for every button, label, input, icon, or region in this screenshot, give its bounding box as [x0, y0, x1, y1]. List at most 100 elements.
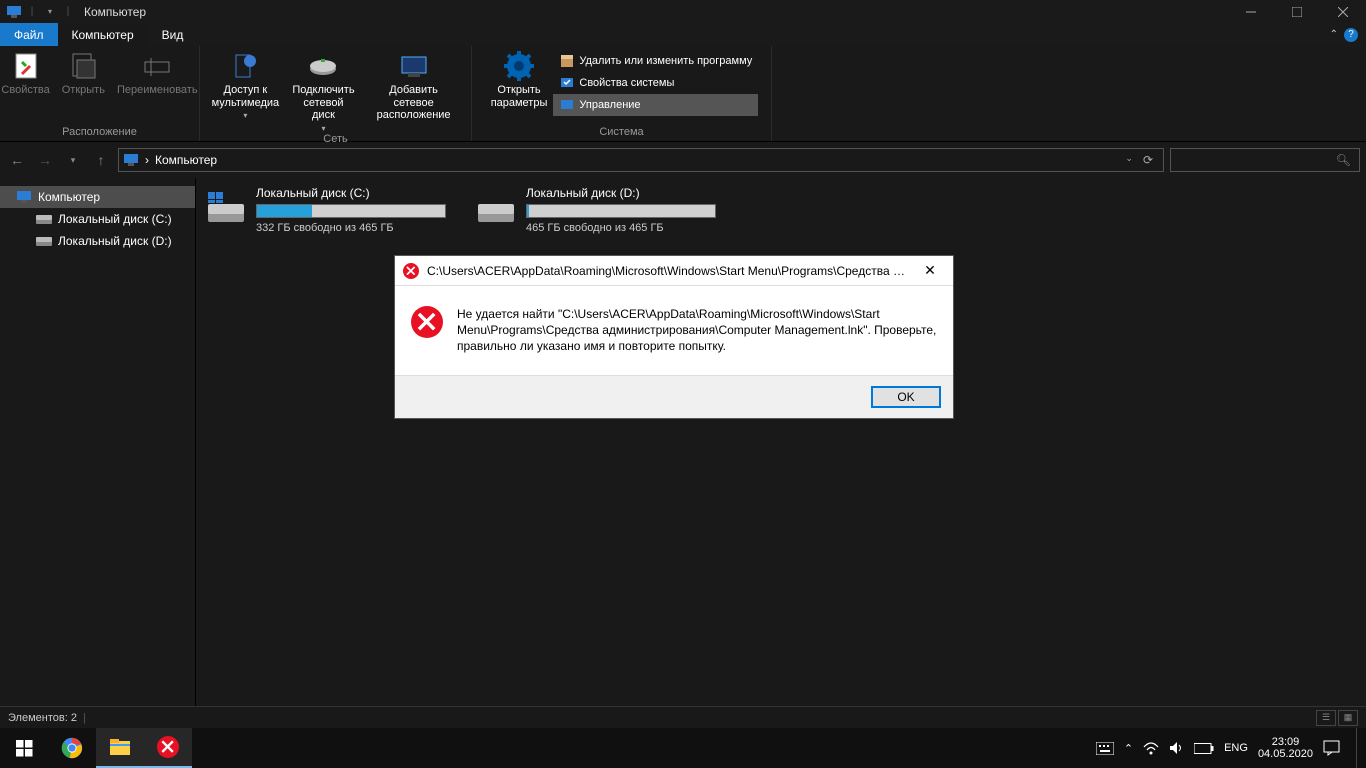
dialog-title: C:\Users\ACER\AppData\Roaming\Microsoft\…	[427, 264, 907, 278]
properties-label: Свойства	[1, 84, 49, 97]
drive-icon	[36, 233, 52, 249]
uninstall-button[interactable]: Удалить или изменить программу	[553, 50, 758, 72]
drive-icon-large	[476, 186, 516, 226]
capacity-bar	[256, 204, 446, 218]
qat-separator2: |	[60, 4, 76, 20]
ribbon-collapse-icon[interactable]: ⌃	[1330, 29, 1338, 40]
start-button[interactable]	[0, 728, 48, 768]
refresh-icon[interactable]: ⟳	[1143, 153, 1153, 167]
search-input[interactable]: 🔍︎	[1170, 148, 1360, 172]
drive-icon	[36, 211, 52, 227]
titlebar: | ▾ | Компьютер	[0, 0, 1366, 23]
navbar: ← → ▾ ↑ › Компьютер ⌄ ⟳ 🔍︎	[0, 142, 1366, 178]
map-drive-button[interactable]: Подключить сетевой диск ▾	[285, 46, 362, 133]
tray-volume-icon[interactable]	[1169, 741, 1184, 755]
taskbar: ⌃ ENG 23:09 04.05.2020	[0, 728, 1366, 768]
breadcrumb-root[interactable]: Компьютер	[155, 153, 217, 167]
chevron-down-icon: ▾	[321, 124, 325, 133]
recent-dropdown[interactable]: ▾	[62, 155, 84, 166]
system-properties-button[interactable]: Свойства системы	[553, 72, 758, 94]
open-settings-button[interactable]: Открыть параметры	[485, 46, 554, 109]
taskbar-chrome[interactable]	[48, 728, 96, 768]
sidebar-label: Локальный диск (D:)	[58, 234, 172, 248]
group-location-label: Расположение	[62, 125, 137, 141]
sidebar-item-computer[interactable]: Компьютер	[0, 186, 195, 208]
sidebar-label: Компьютер	[38, 190, 100, 204]
dialog-close-button[interactable]: ✕	[915, 262, 945, 279]
sidebar-item-disk-d[interactable]: Локальный диск (D:)	[0, 230, 195, 252]
map-drive-label: Подключить сетевой диск	[291, 84, 356, 122]
ok-button[interactable]: OK	[871, 386, 941, 408]
tab-view[interactable]: Вид	[148, 23, 198, 46]
chevron-right-icon[interactable]: ›	[145, 153, 149, 167]
window-title: Компьютер	[76, 5, 146, 19]
address-bar[interactable]: › Компьютер ⌄ ⟳	[118, 148, 1164, 172]
status-items: Элементов: 2	[8, 712, 77, 724]
tab-computer[interactable]: Компьютер	[58, 23, 148, 46]
tray-notifications-icon[interactable]	[1323, 740, 1340, 756]
up-button[interactable]: ↑	[90, 152, 112, 168]
rename-button[interactable]: Переименовать	[111, 46, 204, 97]
tray-lang[interactable]: ENG	[1224, 742, 1248, 754]
open-button[interactable]: Открыть	[56, 46, 111, 97]
open-settings-label: Открыть параметры	[491, 84, 548, 109]
sys-props-label: Свойства системы	[579, 77, 674, 89]
manage-icon	[559, 97, 575, 113]
drive-name: Локальный диск (D:)	[526, 186, 716, 200]
minimize-button[interactable]	[1228, 0, 1274, 23]
tray-wifi-icon[interactable]	[1143, 741, 1159, 755]
tray-overflow-icon[interactable]: ⌃	[1124, 742, 1133, 755]
maximize-button[interactable]	[1274, 0, 1320, 23]
rename-label: Переименовать	[117, 84, 198, 97]
properties-button[interactable]: Свойства	[0, 46, 56, 97]
qat-dropdown-icon[interactable]: ▾	[42, 4, 58, 20]
sidebar-item-disk-c[interactable]: Локальный диск (C:)	[0, 208, 195, 230]
add-location-button[interactable]: Добавить сетевое расположение	[362, 46, 465, 122]
chevron-down-icon: ▾	[243, 111, 247, 120]
drive-item[interactable]: Локальный диск (D:) 465 ГБ свободно из 4…	[476, 186, 716, 234]
uninstall-label: Удалить или изменить программу	[579, 55, 752, 67]
sidebar-label: Локальный диск (C:)	[58, 212, 172, 226]
view-large-icon[interactable]: ▦	[1338, 710, 1358, 726]
search-icon: 🔍︎	[1336, 153, 1351, 167]
manage-button[interactable]: Управление	[553, 94, 758, 116]
help-icon[interactable]: ?	[1344, 28, 1358, 42]
tray-keyboard-icon[interactable]	[1096, 742, 1114, 755]
tray-clock[interactable]: 23:09 04.05.2020	[1258, 736, 1313, 760]
drive-item[interactable]: Локальный диск (C:) 332 ГБ свободно из 4…	[206, 186, 446, 234]
qat-separator: |	[24, 4, 40, 20]
group-system-label: Система	[599, 125, 643, 141]
separator: |	[77, 712, 92, 724]
tray-time: 23:09	[1258, 736, 1313, 748]
monitor-check-icon	[559, 75, 575, 91]
add-location-label: Добавить сетевое расположение	[368, 84, 459, 122]
tray-date: 04.05.2020	[1258, 748, 1313, 760]
pc-icon	[16, 189, 32, 205]
show-desktop[interactable]	[1356, 728, 1362, 768]
drive-name: Локальный диск (C:)	[256, 186, 446, 200]
statusbar: Элементов: 2 | ☰ ▦	[0, 706, 1366, 728]
error-icon	[403, 263, 419, 279]
open-label: Открыть	[62, 84, 105, 97]
drive-icon-large	[206, 186, 246, 226]
dropdown-icon[interactable]: ⌄	[1125, 153, 1133, 167]
media-access-button[interactable]: Доступ к мультимедиа ▾	[206, 46, 285, 120]
group-network-label: Сеть	[323, 133, 347, 147]
tray-battery-icon[interactable]	[1194, 743, 1214, 754]
forward-button[interactable]: →	[34, 152, 56, 168]
capacity-bar	[526, 204, 716, 218]
box-icon	[559, 53, 575, 69]
error-icon	[411, 306, 443, 338]
taskbar-error[interactable]	[144, 728, 192, 768]
taskbar-explorer[interactable]	[96, 728, 144, 768]
drive-info: 465 ГБ свободно из 465 ГБ	[526, 222, 716, 234]
app-icon	[6, 4, 22, 20]
ribbon: Свойства Открыть Переименовать Расположе…	[0, 46, 1366, 142]
close-button[interactable]	[1320, 0, 1366, 23]
error-dialog: C:\Users\ACER\AppData\Roaming\Microsoft\…	[395, 256, 953, 418]
view-details-icon[interactable]: ☰	[1316, 710, 1336, 726]
tab-file[interactable]: Файл	[0, 23, 58, 46]
back-button[interactable]: ←	[6, 152, 28, 168]
ribbon-tabs: Файл Компьютер Вид ⌃ ?	[0, 23, 1366, 46]
media-label: Доступ к мультимедиа	[212, 84, 280, 109]
